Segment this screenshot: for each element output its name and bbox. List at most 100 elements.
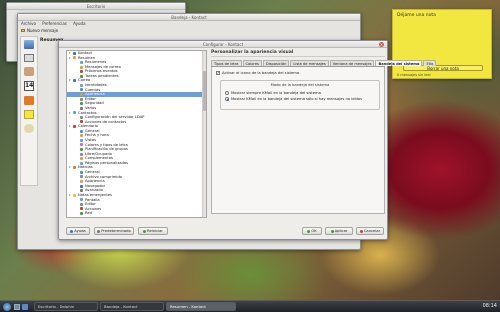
- kontact-toolbar: Nuevo mensaje: [18, 27, 360, 34]
- files-icon[interactable]: [22, 303, 28, 310]
- cancel-button[interactable]: Cancelar: [356, 227, 384, 235]
- tree-item-icon: [80, 60, 83, 64]
- back-window-titlebar[interactable]: Escritorio: [7, 3, 185, 10]
- expand-arrow-icon[interactable]: ▾: [69, 78, 72, 83]
- task-dolphin-label: Escritorio - Dolphin: [38, 304, 75, 309]
- cancel-button-label: Cancelar: [363, 229, 381, 233]
- tree-item-icon: [80, 212, 83, 216]
- tree-item-icon: [80, 202, 83, 206]
- sidebar-mail-icon[interactable]: [24, 54, 34, 62]
- ok-button[interactable]: OK: [302, 227, 322, 235]
- task-kontact-summary[interactable]: Resumen - Kontact: [166, 302, 236, 311]
- taskbar-clock: 08:14: [482, 303, 497, 309]
- tree-item-icon: [80, 161, 83, 165]
- tree-item-icon: [80, 152, 83, 156]
- tree-item-icon: [80, 189, 83, 193]
- expand-arrow-icon[interactable]: ▾: [69, 165, 72, 170]
- enable-tray-check-icon: ✓: [216, 71, 220, 75]
- reset-button[interactable]: Reiniciar: [138, 227, 168, 235]
- help-button[interactable]: Ayuda: [66, 227, 90, 235]
- help-button-label: Ayuda: [74, 229, 86, 233]
- apply-icon: [330, 229, 334, 233]
- kontact-sidebar: 14: [20, 36, 38, 186]
- tree-item-icon: [80, 175, 83, 179]
- sidebar-summary-icon[interactable]: [24, 40, 34, 49]
- radio-show-on-new[interactable]: Mostrar KMail en la bandeja del sistema …: [225, 96, 375, 102]
- panel-title: Personalizar la apariencia visual: [211, 50, 385, 57]
- kontact-titlebar[interactable]: Bandeja - Kontact: [18, 14, 360, 21]
- tab-0[interactable]: Tipos de letra: [211, 60, 242, 66]
- tree-scrollbar-thumb[interactable]: [203, 71, 206, 111]
- tree-item-icon: [80, 138, 83, 142]
- back-window-title: Escritorio: [86, 4, 106, 9]
- sidebar-contacts-icon[interactable]: [24, 67, 34, 76]
- sidebar-notes2-icon[interactable]: [24, 124, 34, 133]
- task-kontact-inbox[interactable]: Bandeja - Kontact: [100, 302, 164, 311]
- reset-icon: [143, 229, 147, 233]
- task-dolphin[interactable]: Escritorio - Dolphin: [34, 302, 98, 311]
- sidebar-calendar-icon[interactable]: 14: [24, 81, 34, 91]
- sidebar-todo-icon[interactable]: [24, 96, 34, 105]
- tab-5[interactable]: Bandeja del sistema: [375, 60, 423, 66]
- config-dialog[interactable]: Configurar - Kontact ✕ ▾ Kontact ▾ Resumen R…: [58, 40, 437, 240]
- sticky-note-widget[interactable]: Déjame una nota Borrar una nota 0 mensaj…: [392, 9, 492, 79]
- dialog-close-icon[interactable]: ✕: [379, 42, 384, 47]
- tree-item-icon: [80, 143, 83, 147]
- apply-button-label: Aplicar: [334, 229, 348, 233]
- tree-item-icon: [80, 198, 83, 202]
- tree-item-icon: [80, 170, 83, 174]
- tab-2[interactable]: Disposición: [262, 60, 290, 66]
- tree-item-label: Red: [85, 211, 93, 216]
- expand-arrow-icon[interactable]: ▾: [69, 193, 72, 198]
- appearance-tabs: Tipos de letra Colores Disposición Lista de…: [211, 60, 437, 67]
- tree-item-icon: [80, 70, 83, 74]
- tree-item-icon: [73, 111, 76, 115]
- settings-panel: Personalizar la apariencia visual Tipos …: [211, 50, 437, 218]
- new-message-icon: [21, 29, 25, 32]
- expand-arrow-icon[interactable]: ▾: [69, 56, 72, 61]
- tree-item-icon: [73, 51, 76, 55]
- new-message-button[interactable]: Nuevo mensaje: [27, 27, 58, 34]
- radio-new-label: Mostrar KMail en la bandeja del sistema …: [231, 97, 363, 101]
- tree-item-icon: [80, 92, 83, 96]
- radio-always-icon: [225, 91, 229, 95]
- tree-item-icon: [80, 179, 83, 183]
- tree-item-icon: [80, 120, 83, 124]
- dialog-titlebar[interactable]: Configurar - Kontact ✕: [59, 41, 387, 48]
- kontact-title: Bandeja - Kontact: [171, 15, 207, 20]
- tab-3[interactable]: Lista de mensajes: [290, 60, 329, 66]
- tray-mode-group: Modo de la bandeja del sistema Mostrar s…: [220, 80, 380, 110]
- settings-tree[interactable]: ▾ Kontact ▾ Resumen Resúmenes Mensajes de cor…: [66, 50, 207, 218]
- tree-scrollbar[interactable]: [202, 51, 206, 217]
- tray-mode-group-title: Modo de la bandeja del sistema: [270, 83, 330, 87]
- kmenu-icon[interactable]: [3, 302, 11, 311]
- tree-item-icon: [80, 65, 83, 69]
- tree-item-icon: [80, 74, 83, 78]
- tree-item-icon: [73, 79, 76, 83]
- tree-item[interactable]: Red: [67, 211, 206, 216]
- ok-icon: [307, 229, 311, 233]
- menu-archivo[interactable]: Archivo: [21, 21, 36, 26]
- sidebar-notes-icon[interactable]: [24, 110, 34, 119]
- tree-item-icon: [80, 106, 83, 110]
- tree-item-icon: [73, 56, 76, 60]
- tab-1[interactable]: Colores: [242, 60, 262, 66]
- apply-button[interactable]: Aplicar: [325, 227, 353, 235]
- menu-preferencias[interactable]: Preferencias: [42, 21, 67, 26]
- tab-4[interactable]: Ventana de mensajes: [329, 60, 375, 66]
- dialog-button-row: Ayuda Predeterminado Reiniciar OK Aplica…: [66, 227, 384, 235]
- tree-item-icon: [80, 115, 83, 119]
- enable-tray-checkbox[interactable]: ✓ Activar el icono de la bandeja del sis…: [216, 70, 380, 76]
- expand-arrow-icon[interactable]: ▾: [69, 124, 72, 129]
- defaults-button[interactable]: Predeterminado: [94, 227, 134, 235]
- tree-item-icon: [73, 166, 76, 170]
- tab-6[interactable]: Etiq: [423, 60, 437, 66]
- expand-arrow-icon[interactable]: ▾: [69, 111, 72, 116]
- tree-item-icon: [80, 83, 83, 87]
- menu-ayuda[interactable]: Ayuda: [73, 21, 85, 26]
- desktop-icon[interactable]: [14, 303, 20, 310]
- help-icon: [70, 229, 74, 233]
- tree-item-icon: [80, 184, 83, 188]
- note-title: Déjame una nota: [397, 13, 436, 18]
- tree-item-icon: [73, 125, 76, 129]
